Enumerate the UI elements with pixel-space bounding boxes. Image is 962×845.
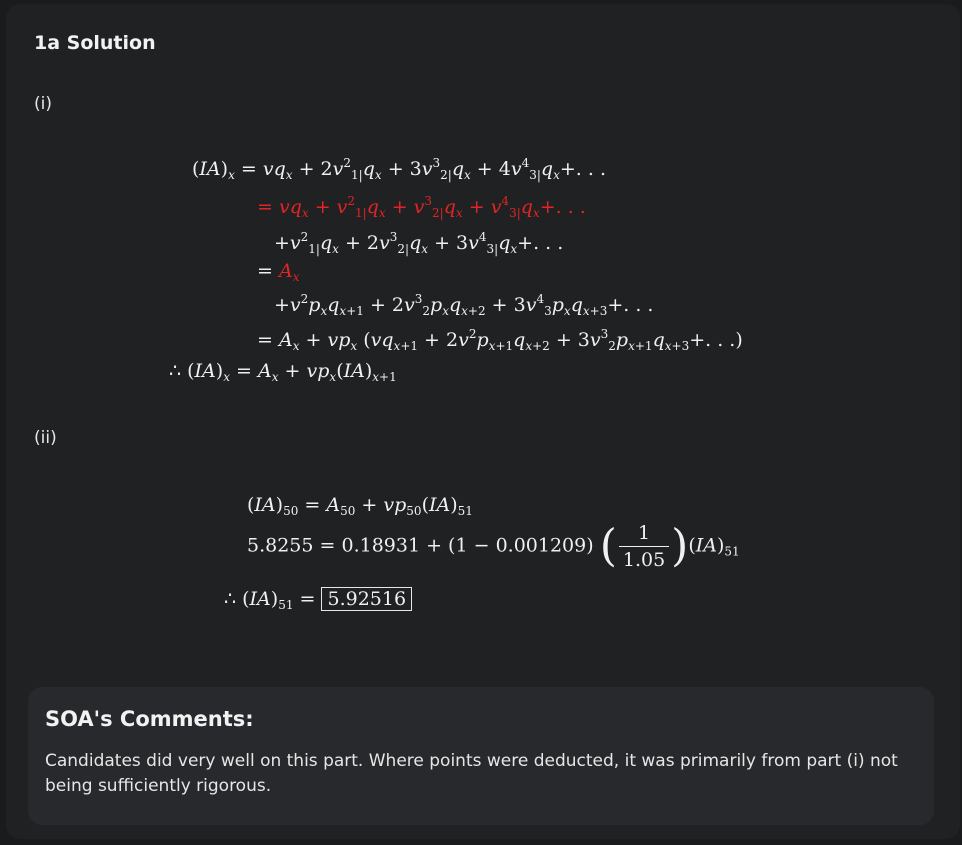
q50-value: 0.001209 — [495, 534, 587, 557]
equation-line-1: (IA)x = vqx + 2v21|qx + 3v32|qx + 4v43|q… — [192, 156, 606, 182]
equation-line-5: +v2pxqx+1 + 2v32pxqx+2 + 3v43pxqx+3+. . … — [274, 292, 654, 318]
equation-line-3: +v21|qx + 2v32|qx + 3v43|qx+. . . — [274, 230, 564, 256]
soa-comments-panel: SOA's Comments: Candidates did very well… — [28, 687, 934, 825]
equation-ii-line-3: ∴ (IA)51 = 5.92516 — [224, 587, 413, 612]
ia50-value: 5.8255 — [247, 534, 314, 557]
equation-line-6: = Ax + vpx (vqx+1 + 2v2px+1qx+2 + 3v32px… — [257, 327, 743, 353]
solution-title: 1a Solution — [34, 32, 156, 54]
equation-ii-line-1: (IA)50 = A50 + vp50(IA)51 — [247, 494, 473, 518]
equation-ii-line-2: 5.8255 = 0.18931 + (1 − 0.001209) (1 1.05… — [247, 520, 740, 572]
equation-line-4: = Ax — [257, 260, 300, 284]
a50-value: 0.18931 — [341, 534, 421, 557]
comments-heading: SOA's Comments: — [45, 707, 254, 731]
equation-line-7: ∴ (IA)x = Ax + vpx(IA)x+1 — [169, 360, 397, 384]
equation-line-2: = vqx + v21|qx + v32|qx + v43|qx+. . . — [257, 194, 586, 220]
final-answer-box: 5.92516 — [321, 587, 413, 611]
part-i-label: (i) — [34, 94, 52, 114]
part-ii-label: (ii) — [34, 428, 57, 448]
comments-body: Candidates did very well on this part. W… — [45, 751, 898, 796]
discount-fraction: 1 1.05 — [618, 522, 670, 571]
